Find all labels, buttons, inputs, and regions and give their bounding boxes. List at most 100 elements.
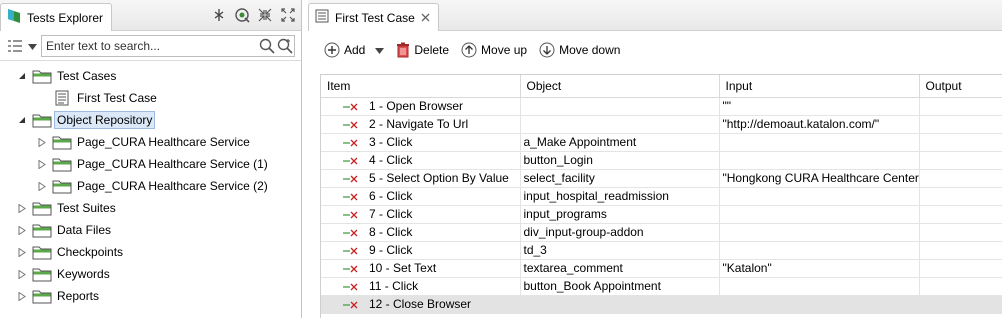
step-object-cell[interactable] bbox=[520, 295, 720, 314]
step-input-cell[interactable] bbox=[719, 151, 920, 170]
step-output-cell[interactable] bbox=[919, 97, 1002, 116]
step-output-cell[interactable] bbox=[919, 115, 1002, 134]
step-object-cell[interactable] bbox=[520, 115, 720, 134]
advanced-search-icon[interactable] bbox=[276, 37, 294, 55]
collapsed-arrow-icon[interactable] bbox=[16, 268, 28, 280]
table-row[interactable]: 10 - Set Text textarea_comment "Katalon" bbox=[321, 259, 1002, 278]
table-row[interactable]: 6 - Click input_hospital_readmission bbox=[321, 187, 1002, 206]
table-row[interactable]: 1 - Open Browser "" bbox=[321, 97, 1002, 116]
filter-dropdown-icon[interactable] bbox=[28, 39, 37, 53]
step-item-cell[interactable]: 7 - Click bbox=[321, 205, 521, 224]
step-object-cell[interactable]: button_Login bbox=[520, 151, 720, 170]
step-item-cell[interactable]: 1 - Open Browser bbox=[321, 97, 521, 116]
step-input-cell[interactable] bbox=[719, 223, 920, 242]
column-input[interactable]: Input bbox=[719, 75, 920, 98]
table-row[interactable]: 3 - Click a_Make Appointment bbox=[321, 133, 1002, 152]
step-output-cell[interactable] bbox=[919, 295, 1002, 314]
column-item[interactable]: Item bbox=[321, 75, 521, 98]
collapsed-arrow-icon[interactable] bbox=[16, 290, 28, 302]
step-output-cell[interactable] bbox=[919, 277, 1002, 296]
step-input-cell[interactable] bbox=[719, 205, 920, 224]
step-item-cell[interactable]: 2 - Navigate To Url bbox=[321, 115, 521, 134]
step-item-cell[interactable]: 10 - Set Text bbox=[321, 259, 521, 278]
step-input-cell[interactable]: "Hongkong CURA Healthcare Center bbox=[719, 169, 920, 188]
explorer-tab[interactable]: Tests Explorer bbox=[0, 3, 113, 31]
minimize-icon[interactable] bbox=[256, 6, 274, 24]
add-dropdown-icon[interactable] bbox=[375, 43, 385, 57]
step-input-cell[interactable] bbox=[719, 241, 920, 260]
step-item-cell[interactable]: 8 - Click bbox=[321, 223, 521, 242]
tree-item[interactable]: Test Suites bbox=[0, 197, 301, 219]
step-object-cell[interactable]: select_facility bbox=[520, 169, 720, 188]
step-object-cell[interactable]: input_programs bbox=[520, 205, 720, 224]
step-input-cell[interactable] bbox=[719, 187, 920, 206]
step-output-cell[interactable] bbox=[919, 259, 1002, 278]
step-output-cell[interactable] bbox=[919, 169, 1002, 188]
expanded-arrow-icon[interactable] bbox=[16, 70, 28, 82]
step-object-cell[interactable] bbox=[520, 97, 720, 116]
collapse-all-icon[interactable] bbox=[210, 6, 228, 24]
step-object-cell[interactable]: input_hospital_readmission bbox=[520, 187, 720, 206]
step-item-cell[interactable]: 5 - Select Option By Value bbox=[321, 169, 521, 188]
step-output-cell[interactable] bbox=[919, 241, 1002, 260]
step-output-cell[interactable] bbox=[919, 187, 1002, 206]
column-output[interactable]: Output bbox=[919, 75, 1002, 98]
step-item-cell[interactable]: 3 - Click bbox=[321, 133, 521, 152]
step-input-cell[interactable] bbox=[719, 277, 920, 296]
editor-tab[interactable]: First Test Case bbox=[308, 3, 439, 31]
search-icon[interactable] bbox=[258, 37, 276, 55]
tree-item[interactable]: Reports bbox=[0, 285, 301, 307]
collapsed-arrow-icon[interactable] bbox=[16, 202, 28, 214]
step-object-cell[interactable]: textarea_comment bbox=[520, 259, 720, 278]
table-row[interactable]: 5 - Select Option By Value select_facilit… bbox=[321, 169, 1002, 188]
step-input-cell[interactable]: "" bbox=[719, 97, 920, 116]
filter-list-icon[interactable] bbox=[6, 37, 24, 55]
tree-item[interactable]: Test Cases bbox=[0, 65, 301, 87]
move-up-button[interactable]: Move up bbox=[461, 42, 527, 58]
tree-item[interactable]: Keywords bbox=[0, 263, 301, 285]
collapsed-arrow-icon[interactable] bbox=[36, 158, 48, 170]
step-input-cell[interactable]: "Katalon" bbox=[719, 259, 920, 278]
maximize-icon[interactable] bbox=[279, 6, 297, 24]
step-item-cell[interactable]: 4 - Click bbox=[321, 151, 521, 170]
table-row[interactable]: 8 - Click div_input-group-addon bbox=[321, 223, 1002, 242]
tree-item[interactable]: Page_CURA Healthcare Service (2) bbox=[0, 175, 301, 197]
column-object[interactable]: Object bbox=[520, 75, 720, 98]
step-output-cell[interactable] bbox=[919, 223, 1002, 242]
tree-item[interactable]: Data Files bbox=[0, 219, 301, 241]
collapsed-arrow-icon[interactable] bbox=[16, 224, 28, 236]
link-editor-icon[interactable] bbox=[233, 6, 251, 24]
move-down-button[interactable]: Move down bbox=[539, 42, 620, 58]
step-output-cell[interactable] bbox=[919, 205, 1002, 224]
search-input[interactable] bbox=[42, 35, 258, 56]
expanded-arrow-icon[interactable] bbox=[16, 114, 28, 126]
tree-item[interactable]: Page_CURA Healthcare Service (1) bbox=[0, 153, 301, 175]
step-input-cell[interactable] bbox=[719, 133, 920, 152]
add-button[interactable]: Add bbox=[324, 42, 365, 58]
step-item-cell[interactable]: 12 - Close Browser bbox=[321, 295, 521, 314]
step-object-cell[interactable]: button_Book Appointment bbox=[520, 277, 720, 296]
tree-item[interactable]: Object Repository bbox=[0, 109, 301, 131]
step-input-cell[interactable] bbox=[719, 295, 920, 314]
tree-item[interactable]: Checkpoints bbox=[0, 241, 301, 263]
table-row[interactable]: 12 - Close Browser bbox=[321, 295, 1002, 314]
step-item-cell[interactable]: 11 - Click bbox=[321, 277, 521, 296]
step-item-cell[interactable]: 6 - Click bbox=[321, 187, 521, 206]
step-object-cell[interactable]: div_input-group-addon bbox=[520, 223, 720, 242]
step-item-cell[interactable]: 9 - Click bbox=[321, 241, 521, 260]
step-object-cell[interactable]: td_3 bbox=[520, 241, 720, 260]
close-icon[interactable] bbox=[421, 11, 430, 25]
step-output-cell[interactable] bbox=[919, 133, 1002, 152]
table-row[interactable]: 11 - Click button_Book Appointment bbox=[321, 277, 1002, 296]
step-object-cell[interactable]: a_Make Appointment bbox=[520, 133, 720, 152]
step-output-cell[interactable] bbox=[919, 151, 1002, 170]
table-row[interactable]: 4 - Click button_Login bbox=[321, 151, 1002, 170]
collapsed-arrow-icon[interactable] bbox=[36, 136, 48, 148]
table-row[interactable]: 2 - Navigate To Url "http://demoaut.katal… bbox=[321, 115, 1002, 134]
tree-item[interactable]: First Test Case bbox=[0, 87, 301, 109]
collapsed-arrow-icon[interactable] bbox=[36, 180, 48, 192]
collapsed-arrow-icon[interactable] bbox=[16, 246, 28, 258]
table-row[interactable]: 7 - Click input_programs bbox=[321, 205, 1002, 224]
table-row[interactable]: 9 - Click td_3 bbox=[321, 241, 1002, 260]
tree-item[interactable]: Page_CURA Healthcare Service bbox=[0, 131, 301, 153]
